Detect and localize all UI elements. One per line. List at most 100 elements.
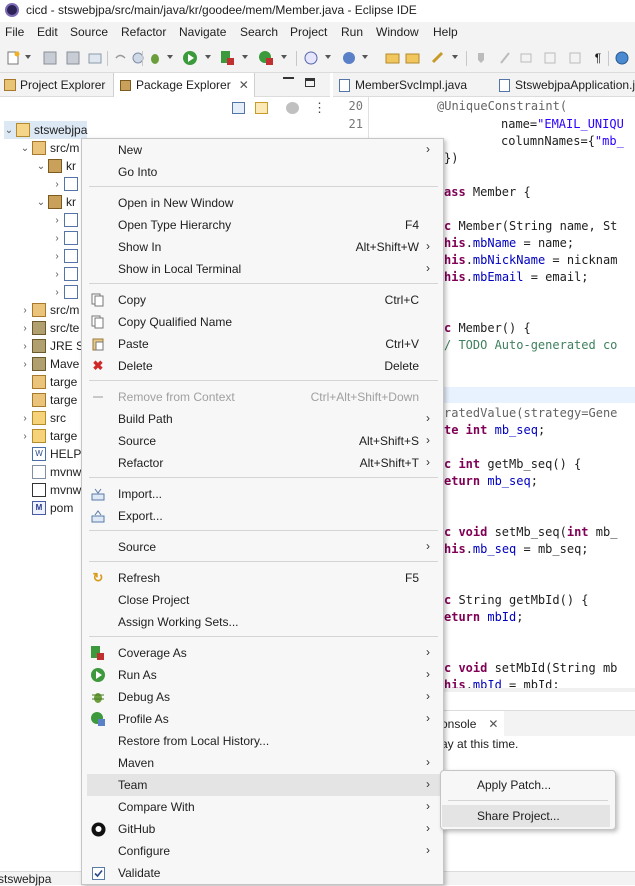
menu-item-source[interactable]: Source Alt+Shift+S › (87, 430, 440, 452)
menu-item-paste[interactable]: Paste Ctrl+V (87, 333, 440, 355)
save-icon[interactable] (42, 50, 58, 66)
tree-item-package[interactable]: ⌄ kr (36, 193, 76, 211)
run-icon[interactable] (182, 50, 198, 66)
run-dropdown-icon[interactable] (205, 55, 211, 59)
tree-item-help[interactable]: W HELP (32, 445, 81, 463)
save-all-icon[interactable] (65, 50, 81, 66)
expand-arrow-icon[interactable]: ⌄ (36, 197, 46, 208)
tree-item-src-test[interactable]: › src/te (20, 319, 79, 337)
undo-icon[interactable] (112, 50, 128, 66)
search-icon[interactable] (430, 50, 446, 66)
collapse-arrow-icon[interactable]: › (52, 269, 62, 280)
collapse-arrow-icon[interactable]: › (20, 323, 30, 334)
collapse-arrow-icon[interactable]: › (20, 341, 30, 352)
menu-item-new[interactable]: New › (87, 139, 440, 161)
menu-item-export[interactable]: Export... (87, 505, 440, 527)
tree-item-maven[interactable]: › Mave (20, 355, 79, 373)
tree-item-src-main[interactable]: ⌄ src/m (20, 139, 79, 157)
menu-item-refresh[interactable]: ↻ Refresh F5 (87, 567, 440, 589)
external-tools-icon[interactable] (258, 50, 274, 66)
new-class-icon[interactable] (341, 50, 357, 66)
menu-item-assign-working-sets[interactable]: Assign Working Sets... (87, 611, 440, 633)
tree-item-project[interactable]: ⌄ stswebjpa (4, 121, 88, 139)
minimize-icon[interactable] (283, 77, 294, 82)
expand-arrow-icon[interactable]: ⌄ (4, 125, 14, 136)
menu-file[interactable]: File (5, 25, 24, 39)
tree-item-java-file[interactable]: › (52, 265, 82, 283)
show-whitespace-icon[interactable] (542, 50, 558, 66)
menu-item-profile-as[interactable]: Profile As › (87, 708, 440, 730)
menu-item-maven[interactable]: Maven › (87, 752, 440, 774)
tab-project-explorer[interactable]: Project Explorer (0, 73, 111, 97)
link-with-editor-icon[interactable] (255, 102, 268, 114)
menu-item-build-path[interactable]: Build Path › (87, 408, 440, 430)
tree-item-mvnw[interactable]: mvnw (32, 463, 81, 481)
collapse-arrow-icon[interactable]: › (52, 233, 62, 244)
close-icon[interactable]: ✕ (488, 717, 498, 731)
tree-item-target[interactable]: targe (32, 373, 77, 391)
new-java-project-dropdown-icon[interactable] (325, 55, 331, 59)
tree-item-target[interactable]: › targe (20, 427, 77, 445)
filters-icon[interactable] (286, 102, 299, 114)
tab-package-explorer[interactable]: Package Explorer ✕ (113, 73, 255, 97)
collapse-arrow-icon[interactable]: › (20, 431, 30, 442)
new-dropdown-icon[interactable] (25, 55, 31, 59)
submenu-item-apply-patch[interactable]: Apply Patch... (442, 774, 610, 796)
tree-item-target[interactable]: targe (32, 391, 77, 409)
submenu-item-share-project[interactable]: Share Project... (442, 805, 610, 827)
tree-item-mvnw-cmd[interactable]: mvnw (32, 481, 81, 499)
menu-navigate[interactable]: Navigate (179, 25, 226, 39)
tree-item-java-file[interactable]: › (52, 229, 82, 247)
tree-item-java-file[interactable]: › (52, 283, 82, 301)
word-wrap-icon[interactable] (567, 50, 583, 66)
tab-console[interactable]: onsole ✕ (441, 711, 505, 736)
tree-item-java-file[interactable]: › (52, 247, 82, 265)
menu-item-github[interactable]: GitHub › (87, 818, 440, 840)
menu-item-show-in-local-terminal[interactable]: Show in Local Terminal › (87, 258, 440, 280)
collapse-arrow-icon[interactable]: › (20, 359, 30, 370)
tree-item-src[interactable]: › src (20, 409, 66, 427)
open-task-icon[interactable] (405, 50, 421, 66)
tree-item-java-file[interactable]: › (52, 175, 82, 193)
maximize-icon[interactable] (305, 78, 315, 87)
tree-item-java-file[interactable]: › (52, 211, 82, 229)
expand-arrow-icon[interactable]: ⌄ (36, 161, 46, 172)
menu-source[interactable]: Source (70, 25, 108, 39)
debug-icon[interactable] (147, 50, 163, 66)
menu-item-validate[interactable]: Validate (87, 862, 440, 884)
tree-item-pom[interactable]: M pom (32, 499, 73, 517)
external-tools-dropdown-icon[interactable] (281, 55, 287, 59)
menu-item-compare-with[interactable]: Compare With › (87, 796, 440, 818)
menu-item-open-in-new-window[interactable]: Open in New Window (87, 192, 440, 214)
view-menu-icon[interactable]: ⋮ (313, 100, 326, 116)
coverage-icon[interactable] (220, 50, 236, 66)
toggle-mark-occurrences-icon[interactable] (497, 50, 513, 66)
expand-arrow-icon[interactable]: ⌄ (20, 143, 30, 154)
collapse-all-icon[interactable] (232, 102, 245, 114)
open-type-icon[interactable] (385, 50, 401, 66)
globe-icon[interactable] (614, 50, 630, 66)
menu-edit[interactable]: Edit (37, 25, 58, 39)
collapse-arrow-icon[interactable]: › (20, 413, 30, 424)
collapse-arrow-icon[interactable]: › (52, 251, 62, 262)
menu-window[interactable]: Window (376, 25, 419, 39)
tree-item-package[interactable]: ⌄ kr (36, 157, 76, 175)
menu-project[interactable]: Project (290, 25, 327, 39)
menu-item-remove-from-context[interactable]: Remove from Context Ctrl+Alt+Shift+Down (87, 386, 440, 408)
menu-item-go-into[interactable]: Go Into (87, 161, 440, 183)
new-java-project-icon[interactable] (303, 50, 319, 66)
collapse-arrow-icon[interactable]: › (20, 305, 30, 316)
menu-help[interactable]: Help (433, 25, 458, 39)
menu-item-run-as[interactable]: Run As › (87, 664, 440, 686)
menu-item-import[interactable]: Import... (87, 483, 440, 505)
close-icon[interactable]: ✕ (239, 78, 249, 92)
collapse-arrow-icon[interactable]: › (52, 179, 62, 190)
collapse-arrow-icon[interactable]: › (52, 287, 62, 298)
menu-item-coverage-as[interactable]: Coverage As › (87, 642, 440, 664)
menu-item-debug-as[interactable]: Debug As › (87, 686, 440, 708)
menu-item-delete[interactable]: ✖ Delete Delete (87, 355, 440, 377)
debug-dropdown-icon[interactable] (167, 55, 173, 59)
open-console-icon[interactable] (87, 50, 103, 66)
menu-item-configure[interactable]: Configure › (87, 840, 440, 862)
menu-item-team[interactable]: Team › (87, 774, 440, 796)
